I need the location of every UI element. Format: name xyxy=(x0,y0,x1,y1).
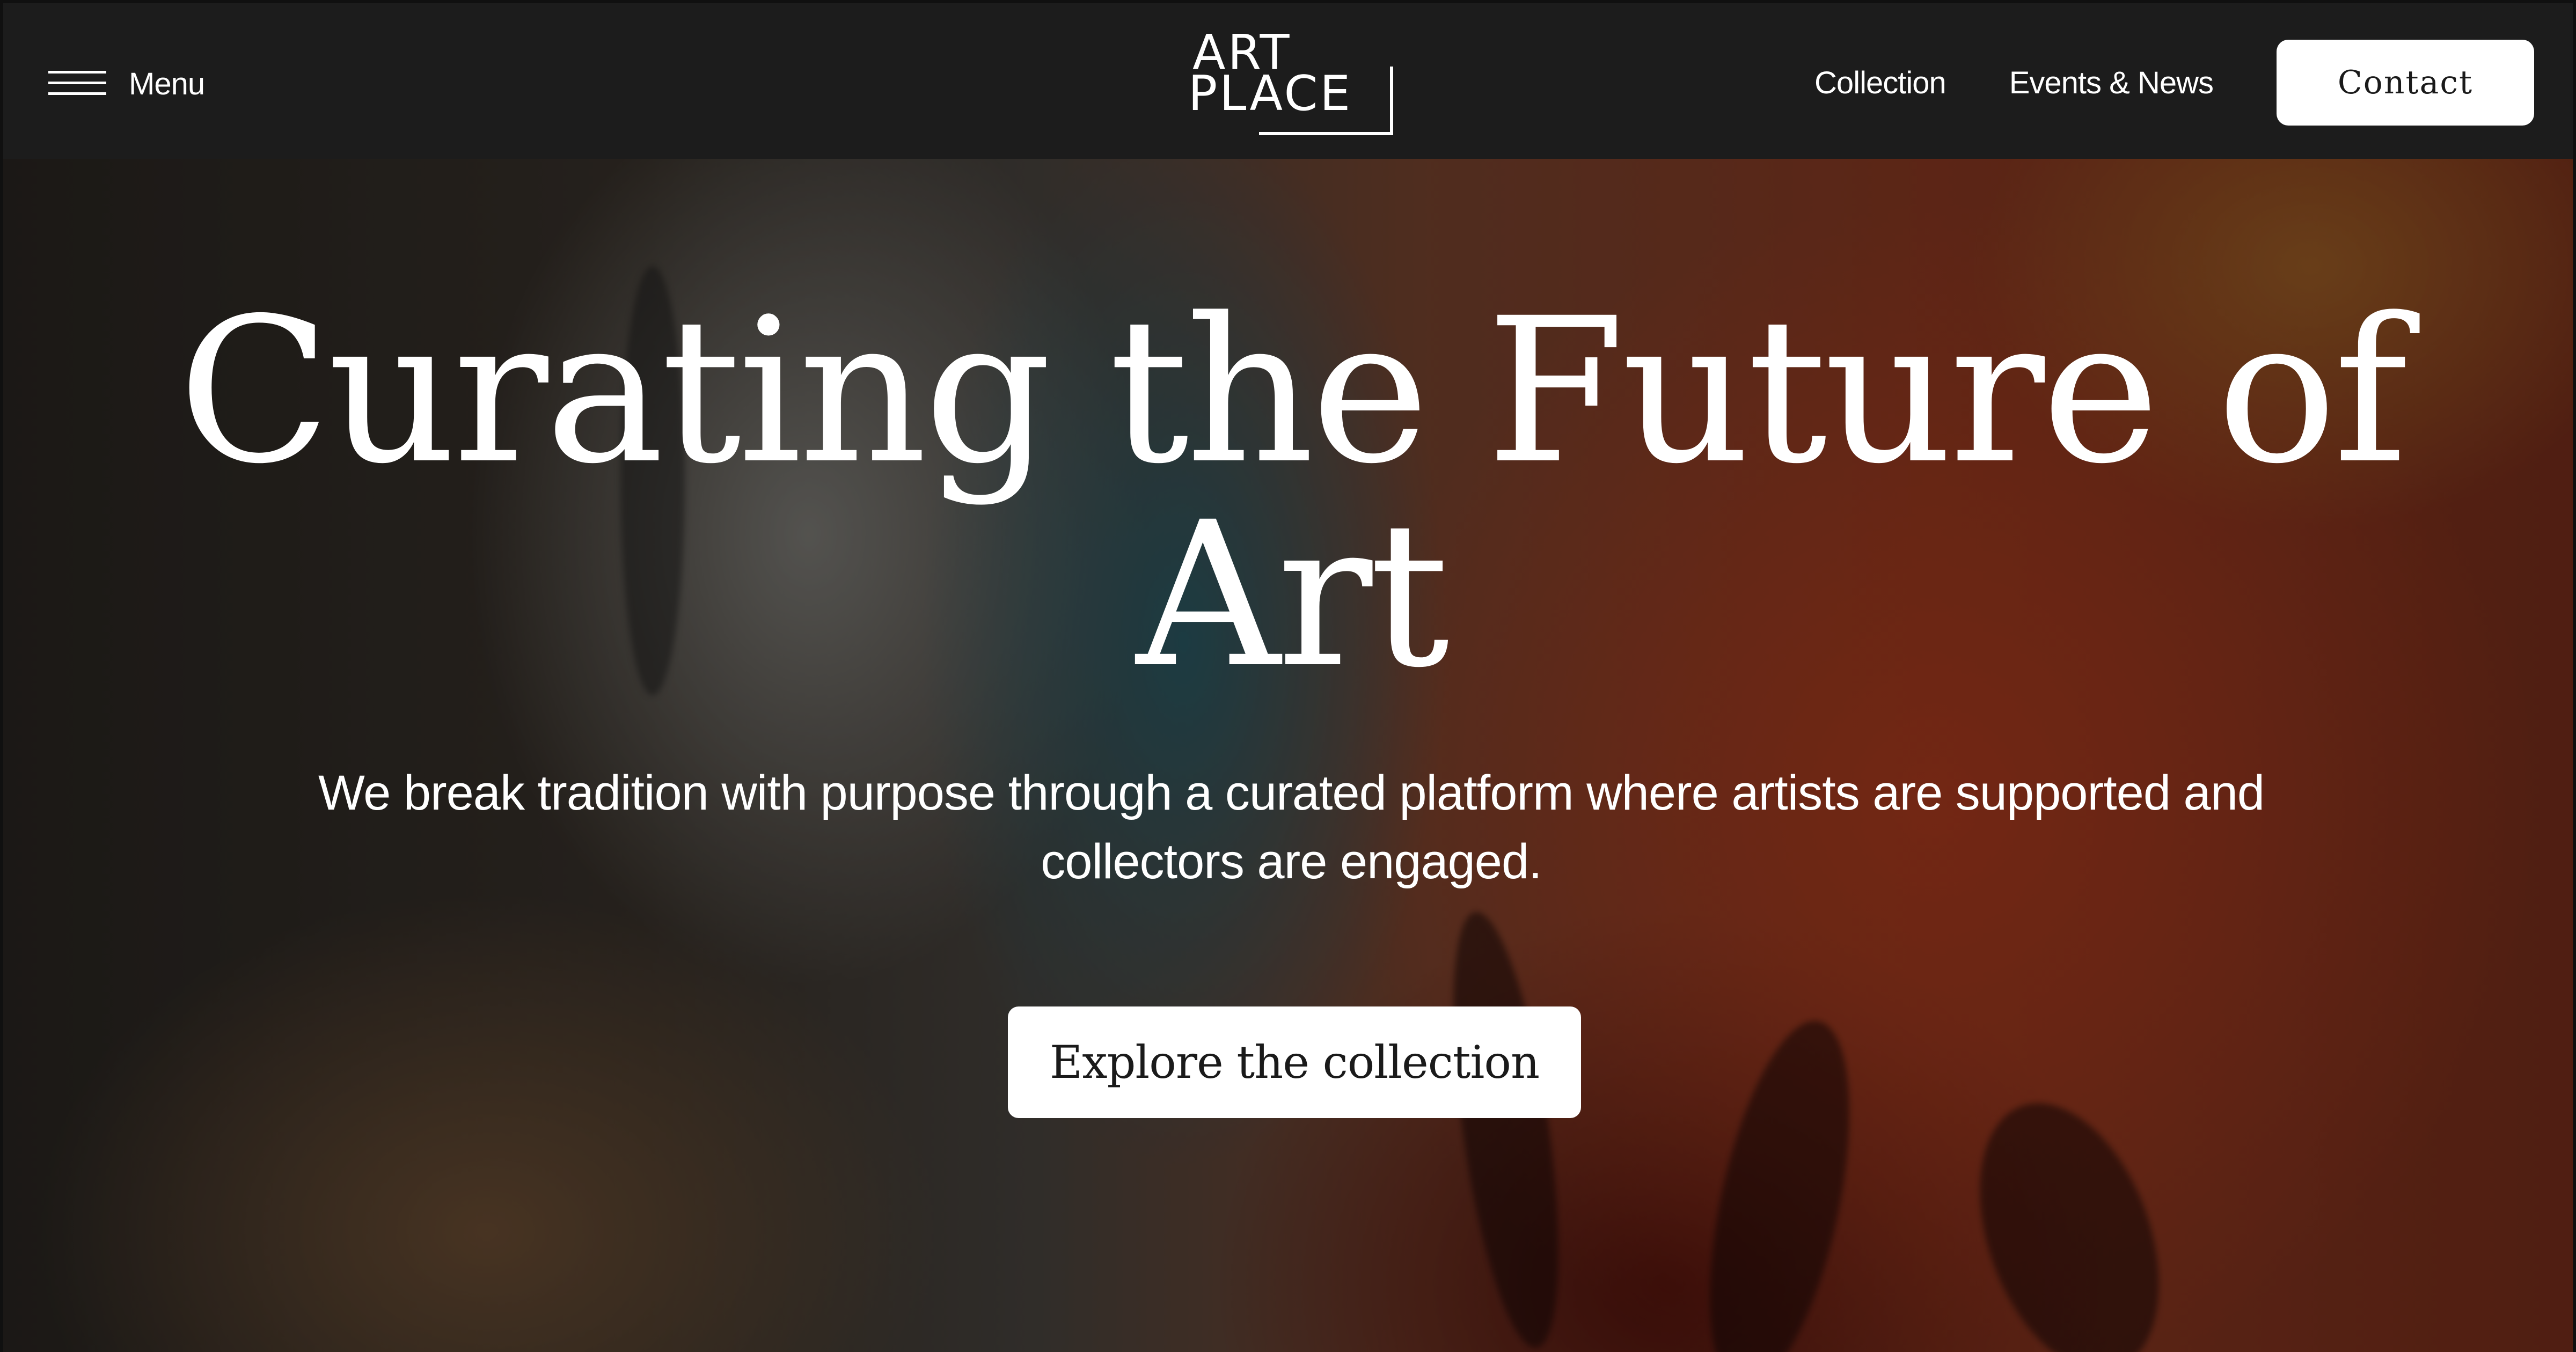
art-place-logo[interactable]: ART PLACE xyxy=(1188,27,1397,137)
nav-link-events-news[interactable]: Events & News xyxy=(2009,65,2214,101)
logo-bracket-mark xyxy=(1259,67,1393,135)
menu-label: Menu xyxy=(129,66,205,101)
top-navigation-bar: Menu ART PLACE Collection Events & News … xyxy=(0,0,2576,159)
hero-section: Curating the Future of Art We break trad… xyxy=(0,159,2576,1352)
page: Menu ART PLACE Collection Events & News … xyxy=(0,0,2576,1352)
nav-link-collection[interactable]: Collection xyxy=(1814,65,1946,101)
hamburger-icon xyxy=(48,71,106,97)
hero-subtitle: We break tradition with purpose through … xyxy=(318,766,2265,889)
primary-nav: Collection Events & News Contact xyxy=(1814,3,2573,162)
menu-button[interactable]: Menu xyxy=(48,61,205,106)
hero-title: Curating the Future of Art xyxy=(178,275,2407,711)
explore-collection-button[interactable]: Explore the collection xyxy=(1008,1006,1581,1118)
contact-button[interactable]: Contact xyxy=(2277,40,2534,126)
